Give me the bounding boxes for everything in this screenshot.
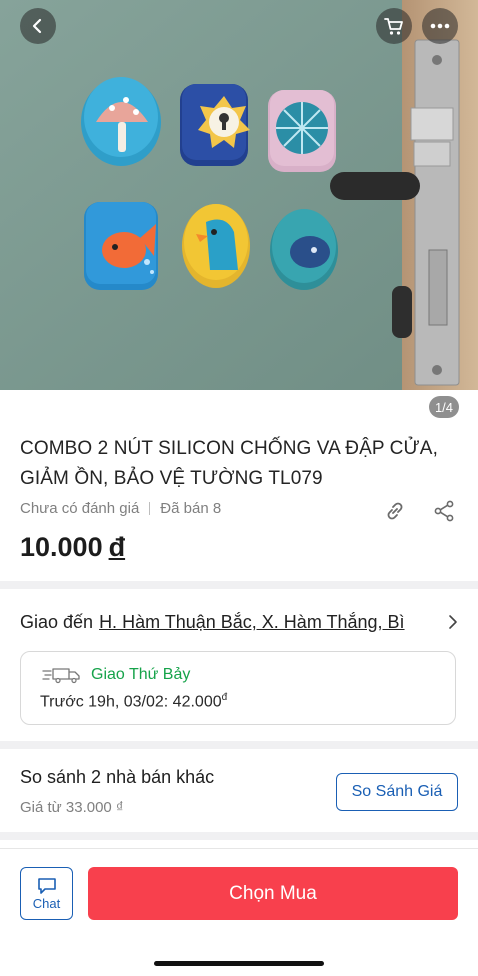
share-icon	[434, 500, 454, 522]
ship-address[interactable]: H. Hàm Thuận Bắc, X. Hàm Thắng, Bì	[99, 612, 404, 632]
image-pager: 1/4	[429, 396, 459, 418]
delivery-truck-icon	[42, 668, 80, 684]
section-divider	[0, 741, 478, 749]
share-button[interactable]	[430, 497, 458, 525]
product-title: COMBO 2 NÚT SILICON CHỐNG VA ĐẬP CỬA, GI…	[20, 438, 438, 489]
chat-bubble-icon	[37, 878, 56, 894]
shipping-method: Giao Thứ Bảy	[91, 666, 191, 683]
section-divider	[0, 832, 478, 840]
home-indicator	[154, 961, 324, 966]
chat-label: Chat	[32, 896, 61, 911]
product-image	[0, 0, 478, 390]
shipping-address-row[interactable]: Giao đến H. Hàm Thuận Bắc, X. Hàm Thắng, …	[20, 612, 460, 638]
bottom-bar-border	[0, 848, 478, 849]
shipping-detail-currency: đ	[221, 692, 228, 703]
product-meta: Chưa có đánh giá Đã bán 8	[20, 500, 221, 517]
compare-title: So sánh 2 nhà bán khác	[20, 767, 215, 787]
copy-link-button[interactable]	[381, 497, 409, 525]
price-currency: đ	[108, 532, 126, 562]
back-button[interactable]	[20, 8, 56, 44]
rating-text: Chưa có đánh giá	[20, 500, 140, 517]
more-icon	[430, 23, 450, 29]
chevron-left-icon	[32, 18, 42, 34]
buy-button[interactable]: Chọn Mua	[88, 867, 458, 920]
shipping-detail: Trước 19h, 03/02: 42.000đ	[40, 692, 227, 711]
sold-count: Đã bán 8	[160, 500, 222, 517]
chevron-right-icon[interactable]	[446, 613, 460, 631]
chat-button[interactable]: Chat	[20, 867, 73, 920]
compare-subtitle: Giá từ 33.000 ₫	[20, 799, 124, 816]
shipping-option-card[interactable]: Giao Thứ Bảy Trước 19h, 03/02: 42.000đ	[20, 651, 456, 725]
price-value: 10.000	[20, 532, 103, 562]
meta-divider	[149, 502, 151, 515]
more-button[interactable]	[422, 8, 458, 44]
section-divider	[0, 581, 478, 589]
link-icon	[387, 502, 403, 520]
compare-price-button[interactable]: So Sánh Giá	[336, 773, 458, 811]
product-price: 10.000 đ	[20, 532, 125, 563]
product-image-gallery[interactable]	[0, 0, 478, 390]
ship-to-label: Giao đến	[20, 612, 94, 632]
cart-icon	[384, 18, 403, 35]
cart-button[interactable]	[376, 8, 412, 44]
shipping-detail-text: Trước 19h, 03/02: 42.000	[40, 693, 222, 711]
